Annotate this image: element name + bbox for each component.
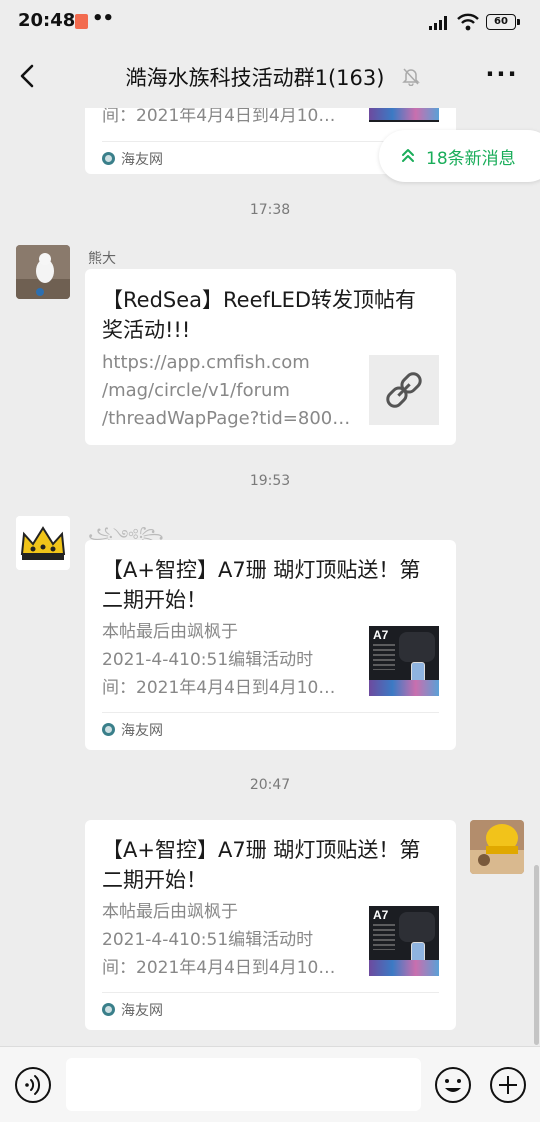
card-description: 本帖最后由飒枫于 2021-4-410:51编辑活动时 间：2021年4月4日到… bbox=[102, 902, 336, 978]
more-options-button[interactable]: ··· bbox=[485, 60, 519, 92]
double-up-arrow-icon bbox=[402, 149, 414, 162]
link-card-message[interactable]: 【A+智控】A7珊 瑚灯顶贴送！第二期开始！ 本帖最后由飒枫于 2021-4-4… bbox=[85, 820, 456, 1030]
card-title: 【RedSea】ReefLED转发顶帖有奖活动!!! bbox=[102, 288, 417, 342]
card-description: 本帖最后由飒枫于 2021-4-410:51编辑活动时 间：2021年4月4日到… bbox=[102, 622, 336, 698]
new-messages-banner[interactable]: 18条新消息 bbox=[379, 130, 540, 182]
input-bar bbox=[0, 1046, 540, 1122]
card-link-thumbnail bbox=[369, 355, 439, 425]
card-thumbnail bbox=[369, 108, 439, 122]
card-source: 海友网 bbox=[102, 720, 163, 740]
scrollbar[interactable] bbox=[534, 865, 539, 1045]
card-title: 【A+智控】A7珊 瑚灯顶贴送！第二期开始！ bbox=[102, 558, 421, 612]
link-card-message[interactable]: 【A+智控】A7珊 瑚灯顶贴送！第二期开始！ 本帖最后由飒枫于 2021-4-4… bbox=[85, 540, 456, 750]
timestamp: 19:53 bbox=[249, 473, 291, 489]
timestamp: 20:47 bbox=[249, 777, 291, 793]
avatar[interactable] bbox=[16, 516, 70, 570]
card-divider bbox=[102, 992, 439, 993]
source-logo-icon bbox=[102, 723, 115, 736]
link-card-message[interactable]: 【RedSea】ReefLED转发顶帖有奖活动!!! https://app.c… bbox=[85, 269, 456, 445]
avatar[interactable] bbox=[470, 820, 524, 874]
plus-icon[interactable] bbox=[489, 1066, 527, 1104]
signal-icon bbox=[429, 16, 447, 30]
card-link-url: https://app.cmfish.com /mag/circle/v1/fo… bbox=[102, 352, 351, 429]
notification-app-icon bbox=[75, 14, 88, 29]
message-list[interactable]: 间：2021年4月4日到4月10… 海友网 18条新消息 17:38 熊大 【R… bbox=[0, 108, 540, 1046]
voice-input-icon[interactable] bbox=[14, 1066, 52, 1104]
link-icon bbox=[386, 372, 422, 408]
avatar[interactable] bbox=[16, 245, 70, 299]
chat-header: 澔海水族科技活动群1(163) ··· bbox=[0, 44, 540, 108]
emoji-icon[interactable] bbox=[434, 1066, 472, 1104]
card-thumbnail: A7 bbox=[369, 906, 439, 976]
card-source: 海友网 bbox=[102, 149, 163, 169]
battery-icon: 60 bbox=[486, 14, 520, 30]
card-source-label: 海友网 bbox=[121, 1003, 163, 1019]
sender-name: 熊大 bbox=[88, 251, 116, 267]
status-bar: 20:48 •• 60 bbox=[0, 0, 540, 44]
card-source: 海友网 bbox=[102, 1000, 163, 1020]
card-source-label: 海友网 bbox=[121, 723, 163, 739]
new-messages-count: 18条新消息 bbox=[426, 149, 516, 169]
card-divider bbox=[102, 712, 439, 713]
card-thumbnail: A7 bbox=[369, 626, 439, 696]
source-logo-icon bbox=[102, 152, 115, 165]
avatar-image bbox=[16, 245, 70, 299]
timestamp: 17:38 bbox=[249, 202, 291, 218]
notification-dots: •• bbox=[92, 8, 114, 29]
card-title: 【A+智控】A7珊 瑚灯顶贴送！第二期开始！ bbox=[102, 838, 421, 892]
chat-title: 澔海水族科技活动群1(163) bbox=[125, 66, 385, 90]
card-source-label: 海友网 bbox=[121, 152, 163, 168]
avatar-image bbox=[16, 516, 70, 570]
source-logo-icon bbox=[102, 1003, 115, 1016]
status-time: 20:48 bbox=[18, 10, 76, 31]
wifi-icon bbox=[457, 13, 479, 31]
avatar-image bbox=[470, 820, 524, 874]
message-input[interactable] bbox=[66, 1058, 421, 1111]
card-description: 间：2021年4月4日到4月10… bbox=[102, 108, 336, 126]
mute-bell-icon bbox=[402, 68, 420, 86]
